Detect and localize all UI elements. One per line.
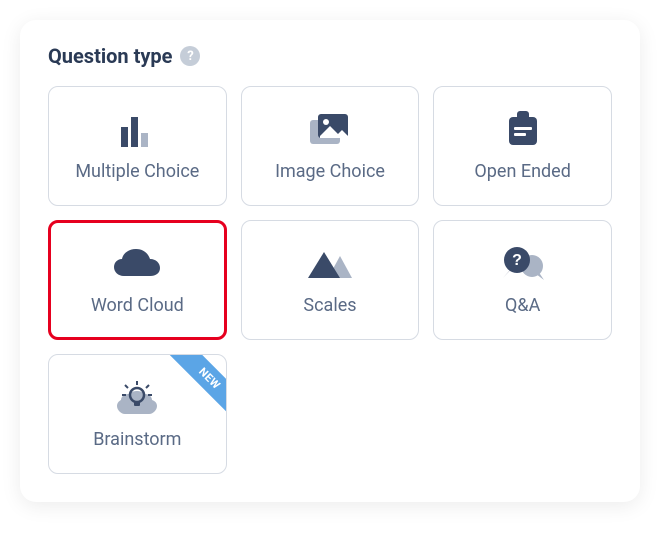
help-icon[interactable]: ? [180, 46, 200, 66]
image-icon [308, 111, 352, 149]
option-label: Word Cloud [91, 295, 184, 316]
option-label: Image Choice [275, 161, 385, 182]
cloud-icon [112, 245, 162, 283]
option-label: Open Ended [474, 161, 570, 182]
option-multiple-choice[interactable]: Multiple Choice [48, 86, 227, 206]
option-brainstorm[interactable]: NEW Brainstorm [48, 354, 227, 474]
bar-chart-icon [117, 111, 157, 149]
option-image-choice[interactable]: Image Choice [241, 86, 420, 206]
option-open-ended[interactable]: Open Ended [433, 86, 612, 206]
option-qa[interactable]: ? Q&A [433, 220, 612, 340]
new-badge: NEW [168, 354, 227, 420]
svg-text:?: ? [512, 252, 522, 269]
option-scales[interactable]: Scales [241, 220, 420, 340]
panel-header: Question type ? [48, 44, 612, 68]
option-label: Multiple Choice [75, 161, 199, 182]
mountains-icon [306, 245, 354, 283]
option-label: Brainstorm [93, 429, 181, 450]
lightbulb-icon [115, 379, 159, 417]
option-word-cloud[interactable]: Word Cloud [48, 220, 227, 340]
option-label: Scales [303, 295, 356, 316]
panel-title: Question type [48, 44, 172, 68]
clipboard-icon [505, 111, 541, 149]
chat-question-icon: ? [500, 245, 546, 283]
question-type-grid: Multiple Choice Image Choice [48, 86, 612, 474]
question-type-panel: Question type ? Multiple Choice [20, 20, 640, 502]
option-label: Q&A [505, 295, 540, 316]
